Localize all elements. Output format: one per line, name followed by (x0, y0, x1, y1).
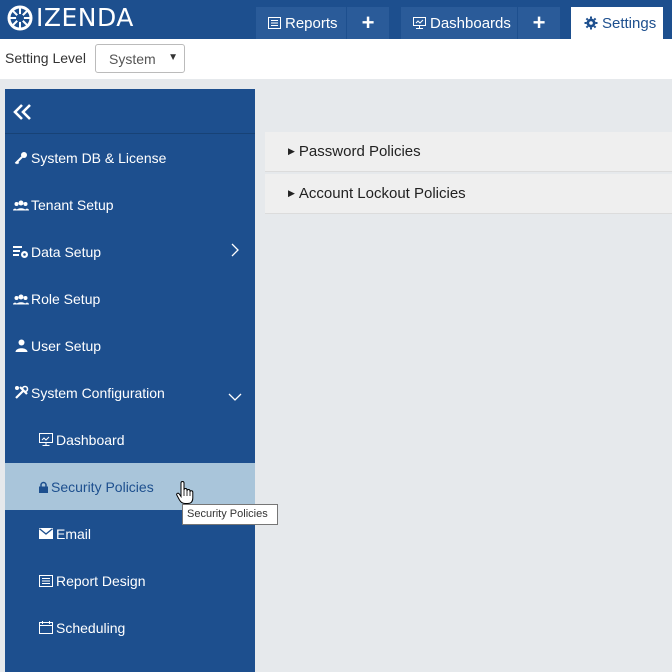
sidebar-item-system-configuration[interactable]: System Configuration (5, 369, 255, 416)
brand-name: IZENDA (36, 3, 134, 32)
collapse-sidebar-icon[interactable] (13, 101, 33, 127)
setting-level-value: System (109, 51, 156, 67)
panel-title: Password Policies (298, 143, 421, 160)
tooltip: Security Policies (182, 504, 278, 525)
sidebar-item-role-setup[interactable]: Role Setup (5, 275, 255, 322)
sidebar-item-label: Role Setup (31, 290, 101, 307)
users-icon (13, 292, 29, 306)
tab-reports[interactable]: Reports (256, 7, 346, 39)
settings-sidebar: System DB & License Tenant Setup Data Se… (5, 89, 255, 672)
sidebar-item-report-design[interactable]: Report Design (5, 557, 255, 604)
plus-icon: + (361, 10, 375, 35)
dashboard-icon (38, 433, 54, 447)
sidebar-item-dashboard[interactable]: Dashboard (5, 416, 255, 463)
top-navigation-bar: IZENDA Reports + Dashboards + Settings (0, 0, 672, 39)
tab-reports-label: Reports (285, 14, 338, 32)
sidebar-item-label: Security Policies (51, 478, 154, 495)
panel-title: Account Lockout Policies (298, 185, 466, 202)
account-lockout-policies-panel[interactable]: ▶ Account Lockout Policies (265, 174, 672, 214)
sidebar-item-user-setup[interactable]: User Setup (5, 322, 255, 369)
sidebar-item-label: System DB & License (31, 149, 167, 166)
hand-cursor-icon (176, 481, 194, 504)
report-icon (38, 574, 54, 588)
sidebar-item-tenant-setup[interactable]: Tenant Setup (5, 181, 255, 228)
wrench-icon (13, 385, 29, 400)
tab-dashboards-label: Dashboards (430, 14, 511, 32)
tab-dashboards[interactable]: Dashboards (401, 7, 517, 39)
key-icon (13, 151, 29, 165)
setting-level-label: Setting Level (5, 50, 86, 66)
sidebar-item-label: Data Setup (31, 243, 102, 260)
calendar-icon (38, 621, 54, 635)
izenda-logo[interactable]: IZENDA (6, 3, 134, 33)
data-setup-icon (13, 245, 29, 259)
sidebar-item-label: Dashboard (56, 431, 125, 448)
caret-right-icon: ▶ (288, 146, 295, 156)
report-icon (268, 17, 281, 29)
lock-icon (38, 480, 49, 494)
tab-settings-label: Settings (602, 14, 657, 32)
sidebar-item-data-setup[interactable]: Data Setup (5, 228, 255, 275)
sidebar-item-label: Tenant Setup (31, 196, 114, 213)
caret-down-icon: ▼ (168, 52, 178, 63)
envelope-icon (38, 527, 54, 541)
sidebar-item-security-policies[interactable]: Security Policies (5, 463, 255, 510)
sidebar-item-label: User Setup (31, 337, 102, 354)
chevron-right-icon (231, 243, 239, 260)
sidebar-item-scheduling[interactable]: Scheduling (5, 604, 255, 651)
sidebar-item-label: Email (56, 525, 92, 542)
user-icon (13, 339, 29, 353)
setting-level-bar: Setting Level System ▼ (0, 39, 672, 79)
gear-icon (584, 16, 598, 30)
users-icon (13, 198, 29, 212)
sidebar-item-system-db-license[interactable]: System DB & License (5, 134, 255, 181)
tab-settings[interactable]: Settings (571, 7, 663, 39)
setting-level-select[interactable]: System ▼ (95, 44, 185, 73)
logo-mark-icon (7, 5, 33, 31)
sidebar-item-label: Scheduling (56, 619, 126, 636)
dashboard-icon (413, 17, 426, 29)
add-dashboard-button[interactable]: + (518, 7, 560, 39)
sidebar-item-label: Report Design (56, 572, 146, 589)
chevron-down-icon (228, 388, 242, 404)
plus-icon: + (532, 10, 546, 35)
sidebar-item-label: System Configuration (31, 384, 165, 401)
password-policies-panel[interactable]: ▶ Password Policies (265, 132, 672, 172)
caret-right-icon: ▶ (288, 188, 295, 198)
add-report-button[interactable]: + (347, 7, 389, 39)
